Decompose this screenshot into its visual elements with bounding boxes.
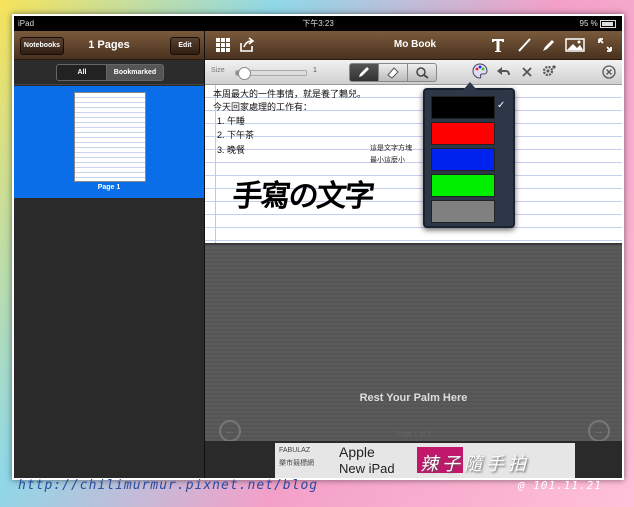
- ad-headline-1: Apple: [339, 444, 375, 460]
- status-bar: iPad 下午3:23 95 %: [14, 16, 622, 31]
- pen-line-icon[interactable]: [516, 37, 532, 53]
- note-line-2[interactable]: 今天回家處理的工作有：: [213, 100, 312, 113]
- text-tool-icon[interactable]: [490, 37, 506, 53]
- zoom-icon: [416, 67, 429, 79]
- color-swatch-4[interactable]: [431, 174, 495, 197]
- filter-all-tab[interactable]: All: [56, 64, 108, 81]
- watermark-signature: 辣子隨手拍: [420, 454, 530, 475]
- note-list-item-3[interactable]: 3. 晚餐: [217, 143, 245, 156]
- highlighter-icon[interactable]: [541, 37, 557, 53]
- pages-panel: Notebooks 1 Pages Edit All Bookmarked Pa…: [14, 31, 204, 478]
- page-thumbnail[interactable]: [74, 92, 146, 182]
- palm-rest-label: Rest Your Palm Here: [359, 392, 468, 404]
- selected-check-icon: ✓: [497, 100, 506, 111]
- color-picker-popover: ✓: [423, 82, 515, 228]
- close-icon[interactable]: [601, 64, 617, 80]
- size-label: Size: [211, 67, 225, 74]
- color-swatch-2[interactable]: [431, 122, 495, 145]
- ipad-screen: iPad 下午3:23 95 % Notebooks 1 Pages Edit …: [12, 14, 624, 480]
- pen-tool-button[interactable]: [349, 63, 379, 82]
- zoom-tool-button[interactable]: [407, 63, 437, 82]
- note-page[interactable]: 本周最大的一件事情，就是養了鶇兒。 今天回家處理的工作有： 1. 午睡 2. 下…: [205, 85, 622, 243]
- filter-bookmarked-tab[interactable]: Bookmarked: [106, 64, 164, 81]
- editor: Mo Book Size 1 本周最大的一件事情，就是養了鶇兒。 今天回家處理的…: [205, 31, 622, 478]
- handwriting-text[interactable]: 手寫の文字: [231, 171, 376, 215]
- battery-percent: 95 %: [579, 19, 598, 28]
- grid-icon[interactable]: [215, 37, 231, 53]
- size-slider-thumb[interactable]: [237, 67, 251, 80]
- size-slider[interactable]: [235, 67, 307, 80]
- settings-icon[interactable]: [541, 64, 557, 80]
- watermark-date: @ 101.11.21: [518, 479, 602, 492]
- clear-icon[interactable]: [519, 64, 535, 80]
- color-swatch-3[interactable]: [431, 148, 495, 171]
- notebook-title: Mo Book: [393, 39, 437, 50]
- eraser-icon: [387, 67, 399, 79]
- edit-button[interactable]: Edit: [170, 37, 200, 55]
- text-box-line-2[interactable]: 最小這麼小: [370, 155, 405, 165]
- status-time: 下午3:23: [302, 19, 334, 28]
- battery-icon: [600, 19, 616, 28]
- pages-title: 1 Pages: [88, 39, 130, 51]
- page-label: Page 1: [97, 184, 121, 191]
- color-swatch-5[interactable]: [431, 200, 495, 223]
- page-indicator: Page 1 of 1: [395, 431, 432, 438]
- note-line-1[interactable]: 本周最大的一件事情，就是養了鶇兒。: [213, 87, 366, 100]
- pages-filter: All Bookmarked: [14, 60, 204, 85]
- battery-status: 95 %: [580, 16, 616, 31]
- page-list-item[interactable]: Page 1: [14, 86, 204, 198]
- drawing-toolbar: Size 1: [205, 60, 622, 85]
- editor-topbar: Mo Book: [205, 31, 622, 60]
- ad-brand: FABULAZ: [279, 447, 311, 454]
- undo-icon[interactable]: [496, 64, 512, 80]
- notebooks-button[interactable]: Notebooks: [20, 37, 64, 55]
- pencil-icon: [359, 67, 369, 77]
- color-swatch-1[interactable]: [431, 96, 495, 119]
- ad-banner[interactable]: FABULAZ 樂市競標網 Apple New iPad: [205, 441, 622, 478]
- size-value: 1: [313, 67, 317, 74]
- image-icon[interactable]: [565, 37, 585, 53]
- ad-subtitle: 樂市競標網: [279, 460, 314, 467]
- popover-arrow: [463, 82, 477, 90]
- note-list-item-2[interactable]: 2. 下午茶: [217, 128, 254, 141]
- watermark-url: http://chilimurmur.pixnet.net/blog: [18, 478, 319, 493]
- color-palette-icon[interactable]: [472, 63, 488, 79]
- eraser-tool-button[interactable]: [378, 63, 408, 82]
- palm-rest-area: Rest Your Palm Here ← → Page 1 of 1: [205, 245, 622, 442]
- note-list-item-1[interactable]: 1. 午睡: [217, 114, 245, 127]
- ad-headline-2: New iPad: [339, 461, 395, 476]
- share-icon[interactable]: [239, 37, 255, 53]
- text-box-line-1[interactable]: 這是文字方塊: [370, 143, 412, 153]
- fullscreen-icon[interactable]: [597, 37, 613, 53]
- pages-topbar: Notebooks 1 Pages Edit: [14, 31, 204, 60]
